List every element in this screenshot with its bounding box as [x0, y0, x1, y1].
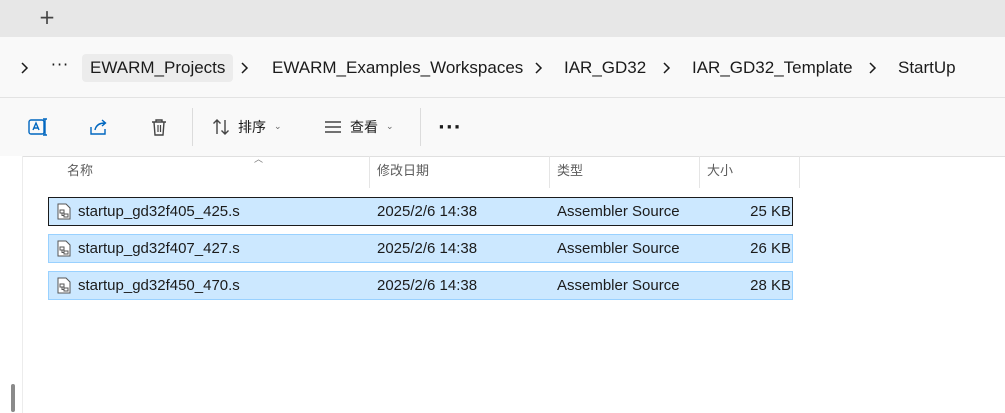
column-header-row: ︿ 名称 修改日期 类型 大小	[48, 155, 800, 188]
command-bar: 排序 ⌄ 查看 ⌄ ···	[0, 98, 1005, 157]
breadcrumb-item-startup[interactable]: StartUp	[890, 54, 964, 82]
toolbar-divider	[192, 108, 193, 146]
chevron-right-icon[interactable]	[16, 60, 32, 76]
more-icon: ···	[438, 116, 462, 138]
file-modified: 2025/2/6 14:38	[377, 203, 478, 220]
file-type: Assembler Source	[557, 277, 680, 294]
chevron-right-icon[interactable]	[236, 60, 252, 76]
rename-button[interactable]	[27, 112, 49, 142]
share-icon	[88, 116, 110, 138]
file-name: startup_gd32f407_427.s	[78, 240, 240, 257]
chevron-down-icon: ⌄	[386, 122, 394, 132]
file-size: 25 KB	[750, 203, 791, 220]
column-header-name[interactable]: 名称	[57, 156, 369, 188]
sort-icon	[210, 116, 232, 138]
column-header-modified[interactable]: 修改日期	[367, 156, 547, 188]
toolbar-divider	[420, 108, 421, 146]
more-options-button[interactable]: ···	[438, 112, 462, 142]
scrollbar-thumb[interactable]	[11, 384, 15, 412]
breadcrumb-item-iar-gd32[interactable]: IAR_GD32	[556, 54, 654, 82]
trash-icon	[148, 116, 170, 138]
rename-icon	[27, 116, 49, 138]
file-modified: 2025/2/6 14:38	[377, 277, 478, 294]
assembler-file-icon	[56, 203, 72, 220]
breadcrumb-item-ewarm-projects[interactable]: EWARM_Projects	[82, 54, 234, 82]
file-name: startup_gd32f405_425.s	[78, 203, 240, 220]
file-size: 28 KB	[750, 277, 791, 294]
column-header-type[interactable]: 类型	[547, 156, 697, 188]
column-divider[interactable]	[799, 156, 800, 188]
new-tab-button[interactable]: +	[36, 5, 58, 29]
chevron-right-icon[interactable]	[530, 60, 546, 76]
sort-button[interactable]: 排序 ⌄	[210, 112, 282, 142]
assembler-file-icon	[56, 277, 72, 294]
file-name: startup_gd32f450_470.s	[78, 277, 240, 294]
assembler-file-icon	[56, 240, 72, 257]
sort-label: 排序	[238, 120, 266, 136]
file-row[interactable]: startup_gd32f405_425.s 2025/2/6 14:38 As…	[48, 197, 793, 226]
navigation-pane-edge	[0, 156, 23, 413]
view-label: 查看	[350, 120, 378, 136]
list-view-icon	[322, 116, 344, 138]
column-header-size[interactable]: 大小	[697, 156, 797, 188]
chevron-right-icon[interactable]	[658, 60, 674, 76]
chevron-down-icon: ⌄	[274, 122, 282, 132]
file-type: Assembler Source	[557, 203, 680, 220]
file-row[interactable]: startup_gd32f450_470.s 2025/2/6 14:38 As…	[48, 271, 793, 300]
tab-bar: +	[0, 0, 1005, 37]
breadcrumb-item-ewarm-examples-workspaces[interactable]: EWARM_Examples_Workspaces	[264, 54, 531, 82]
chevron-right-icon[interactable]	[864, 60, 880, 76]
share-button[interactable]	[88, 112, 110, 142]
breadcrumb-overflow-button[interactable]: ···	[48, 54, 72, 82]
delete-button[interactable]	[148, 112, 170, 142]
view-button[interactable]: 查看 ⌄	[322, 112, 394, 142]
file-modified: 2025/2/6 14:38	[377, 240, 478, 257]
breadcrumb-item-iar-gd32-template[interactable]: IAR_GD32_Template	[684, 54, 861, 82]
file-size: 26 KB	[750, 240, 791, 257]
file-type: Assembler Source	[557, 240, 680, 257]
breadcrumb: ··· EWARM_Projects EWARM_Examples_Worksp…	[0, 50, 1005, 86]
file-row[interactable]: startup_gd32f407_427.s 2025/2/6 14:38 As…	[48, 234, 793, 263]
plus-icon: +	[38, 5, 56, 29]
